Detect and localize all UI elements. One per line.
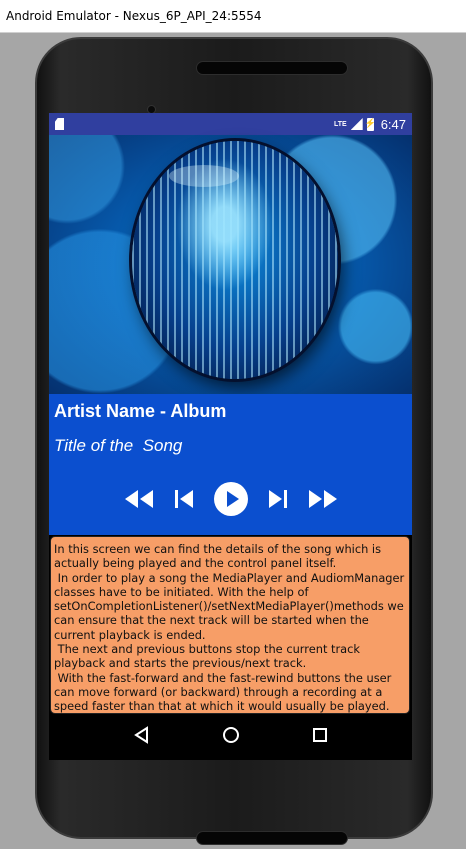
status-bar: LTE 6:47 — [49, 113, 412, 135]
back-triangle-icon — [133, 725, 148, 744]
song-title-label: Title of the Song — [54, 436, 183, 455]
album-art-shine — [169, 165, 239, 187]
description-panel: In this screen we can find the details o… — [50, 536, 410, 714]
clock: 6:47 — [380, 116, 406, 132]
playback-controls — [49, 481, 412, 517]
description-paragraph: The next and previous buttons stop the c… — [54, 642, 364, 671]
nav-back-button[interactable] — [133, 725, 151, 749]
fast-forward-button[interactable] — [307, 488, 339, 510]
skip-previous-icon — [174, 490, 193, 508]
network-type: LTE — [333, 120, 347, 128]
fast-forward-icon — [308, 490, 337, 508]
description-paragraph: In order to play a song the MediaPlayer … — [54, 570, 408, 642]
artist-album-label: Artist Name - Album — [54, 401, 227, 421]
fast-rewind-button[interactable] — [123, 488, 155, 510]
skip-next-button[interactable] — [267, 488, 289, 510]
phone-screen: LTE 6:47 Artist Name - Album Title of th… — [49, 113, 412, 760]
description-paragraph: In this screen we can find the details o… — [54, 542, 385, 571]
play-button[interactable] — [213, 481, 249, 517]
signal-icon — [350, 118, 363, 130]
navigation-bar — [49, 714, 412, 760]
fast-rewind-icon — [124, 490, 153, 508]
home-circle-icon — [222, 726, 239, 743]
nav-recents-button[interactable] — [311, 726, 329, 749]
track-info-panel: Artist Name - Album Title of the Song — [49, 394, 412, 535]
recents-square-icon — [312, 727, 327, 742]
bottom-speaker — [196, 831, 348, 845]
battery-charging-icon — [365, 117, 376, 131]
play-icon — [213, 482, 248, 516]
description-paragraph: With the fast-forward and the fast-rewin… — [54, 670, 395, 714]
emulator-title-bar: Android Emulator - Nexus_6P_API_24:5554 — [0, 0, 466, 33]
skip-next-icon — [268, 490, 287, 508]
sd-card-icon — [55, 118, 64, 130]
window-title: Android Emulator - Nexus_6P_API_24:5554 — [6, 9, 262, 23]
skip-previous-button[interactable] — [173, 488, 195, 510]
nav-home-button[interactable] — [222, 726, 240, 749]
album-art-image — [49, 135, 412, 394]
earpiece-speaker — [196, 61, 348, 75]
